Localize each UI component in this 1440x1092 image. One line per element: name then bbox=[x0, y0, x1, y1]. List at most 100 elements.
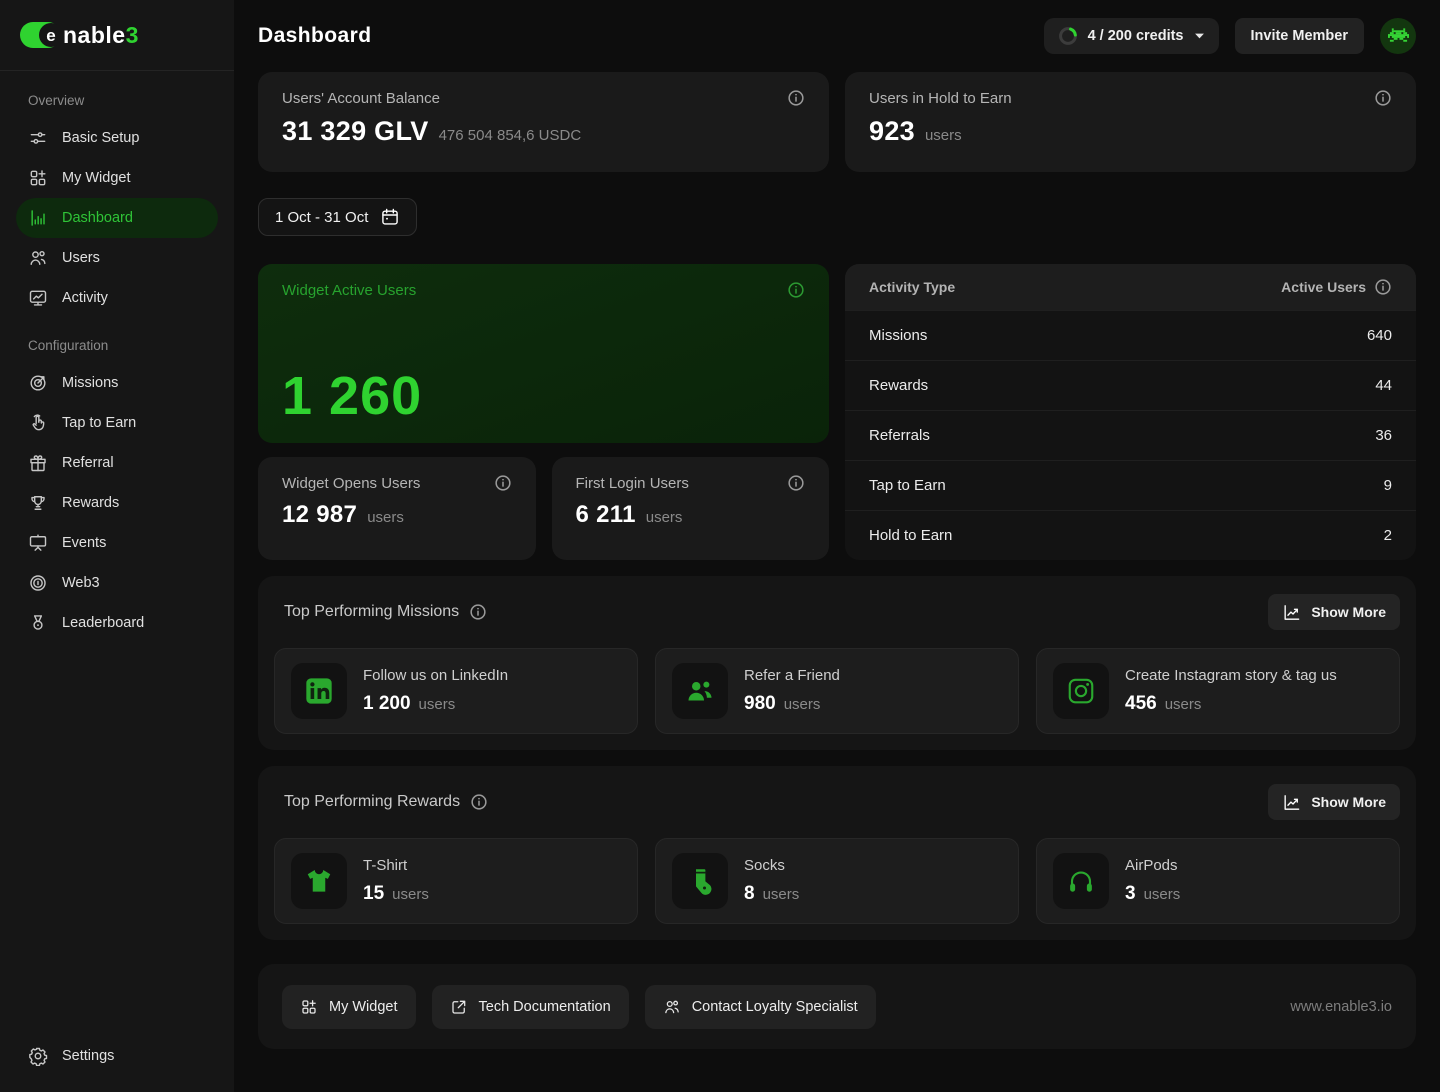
footer-tech-docs-button[interactable]: Tech Documentation bbox=[432, 985, 629, 1029]
table-row: Tap to Earn 9 bbox=[845, 460, 1416, 510]
info-icon[interactable] bbox=[787, 474, 805, 492]
widget-opens-card: Widget Opens Users 12 987 users bbox=[258, 457, 536, 560]
info-icon[interactable] bbox=[787, 89, 805, 107]
first-login-unit: users bbox=[646, 509, 683, 526]
activity-row-value: 44 bbox=[1375, 377, 1392, 394]
reward-value: 8 bbox=[744, 883, 755, 905]
info-icon[interactable] bbox=[1374, 89, 1392, 107]
rewards-show-more-button[interactable]: Show More bbox=[1268, 784, 1400, 820]
sidebar-item-leaderboard[interactable]: Leaderboard bbox=[16, 603, 218, 643]
people-icon bbox=[672, 663, 728, 719]
mission-card-linkedin[interactable]: Follow us on LinkedIn 1 200 users bbox=[274, 648, 638, 734]
mission-unit: users bbox=[784, 696, 821, 713]
brand-logo-e-circle: e bbox=[39, 23, 63, 47]
sidebar-item-referral[interactable]: Referral bbox=[16, 443, 218, 483]
widget-active-users-value: 1 260 bbox=[282, 369, 805, 423]
sidebar-item-label: Leaderboard bbox=[62, 615, 144, 631]
mission-card-refer-friend[interactable]: Refer a Friend 980 users bbox=[655, 648, 1019, 734]
middle-grid: Widget Active Users 1 260 Widget Opens U… bbox=[258, 264, 1416, 560]
top-bar-actions: 4 / 200 credits Invite Member bbox=[1044, 18, 1416, 54]
chart-up-icon bbox=[1282, 793, 1301, 812]
active-users-column-header: Active Users bbox=[1281, 279, 1366, 295]
mission-value: 456 bbox=[1125, 693, 1157, 715]
date-range-picker[interactable]: 1 Oct - 31 Oct bbox=[258, 198, 417, 236]
sidebar-item-label: Tap to Earn bbox=[62, 415, 136, 431]
sidebar-nav: Overview Basic Setup My Widget Dashboard… bbox=[0, 71, 234, 1092]
info-icon[interactable] bbox=[494, 474, 512, 492]
activity-row-label: Tap to Earn bbox=[869, 477, 946, 494]
reward-tiles: T-Shirt 15 users Socks 8 users bbox=[274, 838, 1400, 924]
sidebar-item-label: Dashboard bbox=[62, 210, 133, 226]
sidebar-item-events[interactable]: Events bbox=[16, 523, 218, 563]
table-row: Missions 640 bbox=[845, 310, 1416, 360]
hold-to-earn-unit: users bbox=[925, 127, 962, 144]
sidebar-item-label: Missions bbox=[62, 375, 118, 391]
footer-contact-specialist-button[interactable]: Contact Loyalty Specialist bbox=[645, 985, 876, 1029]
info-icon[interactable] bbox=[787, 281, 805, 299]
reward-card-airpods[interactable]: AirPods 3 users bbox=[1036, 838, 1400, 924]
activity-row-value: 640 bbox=[1367, 327, 1392, 344]
account-balance-usdc: 476 504 854,6 USDC bbox=[439, 127, 582, 144]
sidebar-item-label: My Widget bbox=[62, 170, 131, 186]
sidebar-item-label: Rewards bbox=[62, 495, 119, 511]
sidebar-item-label: Web3 bbox=[62, 575, 100, 591]
invite-member-button[interactable]: Invite Member bbox=[1235, 18, 1365, 54]
reward-card-tshirt[interactable]: T-Shirt 15 users bbox=[274, 838, 638, 924]
hold-to-earn-label: Users in Hold to Earn bbox=[869, 90, 1012, 107]
credits-dropdown[interactable]: 4 / 200 credits bbox=[1044, 18, 1219, 54]
account-balance-card: Users' Account Balance 31 329 GLV 476 50… bbox=[258, 72, 829, 172]
top-missions-section: Top Performing Missions Show More Follow… bbox=[258, 576, 1416, 750]
sidebar-item-label: Basic Setup bbox=[62, 130, 139, 146]
sidebar-item-rewards[interactable]: Rewards bbox=[16, 483, 218, 523]
sidebar-item-web3[interactable]: Web3 bbox=[16, 563, 218, 603]
gift-icon bbox=[28, 453, 48, 473]
people-group-icon bbox=[663, 998, 681, 1016]
nav-section-configuration: Configuration bbox=[28, 338, 218, 353]
activity-monitor-icon bbox=[28, 288, 48, 308]
sidebar-item-basic-setup[interactable]: Basic Setup bbox=[16, 118, 218, 158]
widget-active-users-label: Widget Active Users bbox=[282, 282, 416, 299]
main-content: Dashboard 4 / 200 credits Invite Member … bbox=[234, 0, 1440, 1092]
sidebar-item-tap-to-earn[interactable]: Tap to Earn bbox=[16, 403, 218, 443]
missions-show-more-button[interactable]: Show More bbox=[1268, 594, 1400, 630]
show-more-label: Show More bbox=[1311, 604, 1386, 620]
activity-row-value: 9 bbox=[1384, 477, 1392, 494]
mission-card-instagram[interactable]: Create Instagram story & tag us 456 user… bbox=[1036, 648, 1400, 734]
brand-logo-pill: e bbox=[20, 22, 61, 48]
info-icon[interactable] bbox=[1374, 278, 1392, 296]
linkedin-icon bbox=[291, 663, 347, 719]
footer-my-widget-button[interactable]: My Widget bbox=[282, 985, 416, 1029]
footer-button-label: Tech Documentation bbox=[479, 999, 611, 1015]
activity-row-label: Rewards bbox=[869, 377, 928, 394]
sidebar-item-dashboard[interactable]: Dashboard bbox=[16, 198, 218, 238]
middle-left-column: Widget Active Users 1 260 Widget Opens U… bbox=[258, 264, 829, 560]
medal-icon bbox=[28, 613, 48, 633]
sidebar-item-label: Events bbox=[62, 535, 106, 551]
sidebar-item-my-widget[interactable]: My Widget bbox=[16, 158, 218, 198]
date-range-label: 1 Oct - 31 Oct bbox=[275, 209, 368, 226]
sidebar-item-users[interactable]: Users bbox=[16, 238, 218, 278]
coin-circle-icon bbox=[28, 573, 48, 593]
footer-button-label: My Widget bbox=[329, 999, 398, 1015]
tap-hand-icon bbox=[28, 413, 48, 433]
sub-stat-cards: Widget Opens Users 12 987 users First Lo… bbox=[258, 457, 829, 560]
footer-bar: My Widget Tech Documentation Contact Loy… bbox=[258, 964, 1416, 1049]
credits-label: 4 / 200 credits bbox=[1088, 28, 1184, 44]
info-icon[interactable] bbox=[470, 793, 488, 811]
sidebar-item-activity[interactable]: Activity bbox=[16, 278, 218, 318]
activity-row-label: Referrals bbox=[869, 427, 930, 444]
brand-logo[interactable]: e nable 3 bbox=[0, 0, 234, 71]
avatar[interactable] bbox=[1380, 18, 1416, 54]
info-icon[interactable] bbox=[469, 603, 487, 621]
sidebar-item-settings[interactable]: Settings bbox=[16, 1036, 218, 1076]
headphones-icon bbox=[1053, 853, 1109, 909]
widget-opens-unit: users bbox=[367, 509, 404, 526]
reward-card-socks[interactable]: Socks 8 users bbox=[655, 838, 1019, 924]
top-rewards-title: Top Performing Rewards bbox=[284, 793, 460, 811]
mission-value: 980 bbox=[744, 693, 776, 715]
widget-opens-value: 12 987 bbox=[282, 501, 357, 529]
sidebar-item-missions[interactable]: Missions bbox=[16, 363, 218, 403]
instagram-icon bbox=[1053, 663, 1109, 719]
overview-stat-cards: Users' Account Balance 31 329 GLV 476 50… bbox=[258, 72, 1416, 172]
external-link-icon bbox=[450, 998, 468, 1016]
